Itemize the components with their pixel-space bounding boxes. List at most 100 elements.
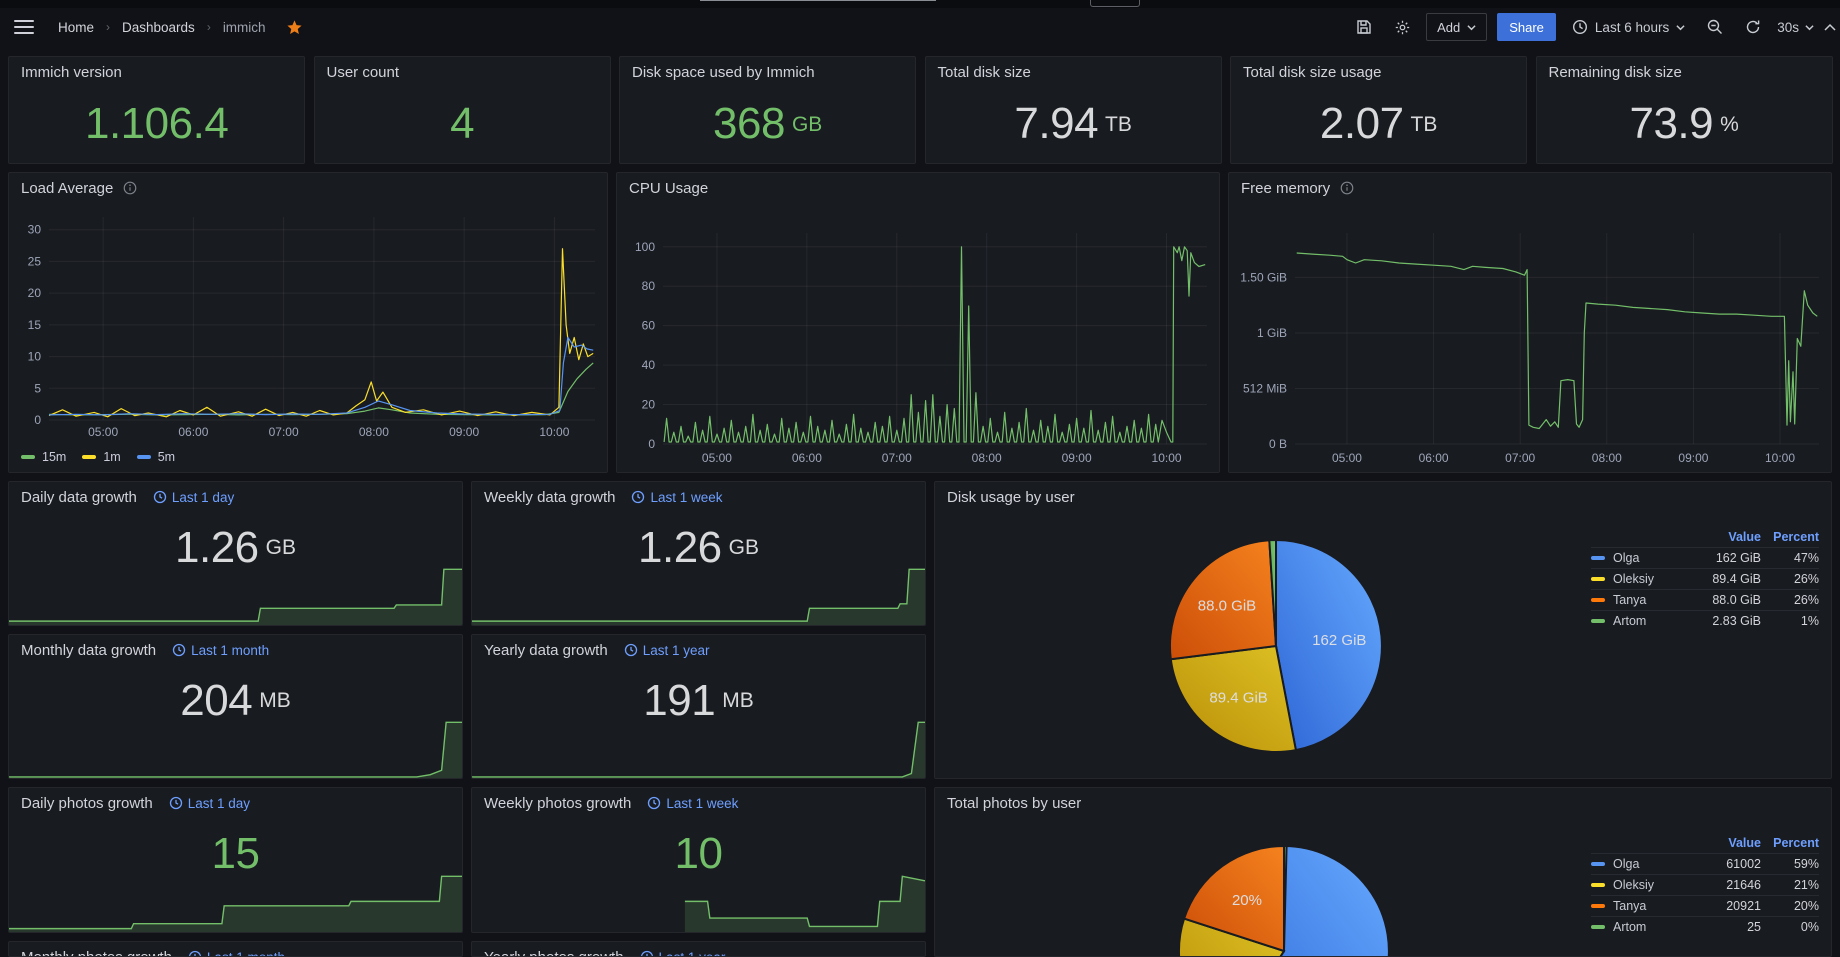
legend-item-1m[interactable]: 1m — [82, 450, 120, 464]
svg-text:25: 25 — [28, 254, 42, 268]
breadcrumb-dashboards[interactable]: Dashboards — [122, 20, 195, 35]
legend-percent: 47% — [1761, 551, 1819, 565]
timeseries-panel-free-memory: Free memory0 B512 MiB1 GiB1.50 GiB05:000… — [1228, 172, 1832, 473]
svg-text:30: 30 — [28, 223, 42, 237]
stat-value: 73.9% — [1537, 91, 1832, 157]
timeseries-panel-load-average: Load Average05101520253005:0006:0007:000… — [8, 172, 608, 473]
svg-text:07:00: 07:00 — [269, 425, 299, 439]
panel-time-range-link[interactable]: Last 1 month — [172, 643, 269, 658]
add-button[interactable]: Add — [1426, 13, 1487, 41]
svg-text:05:00: 05:00 — [88, 425, 118, 439]
panel-title: Weekly data growth — [484, 489, 615, 506]
svg-text:09:00: 09:00 — [449, 425, 479, 439]
svg-text:07:00: 07:00 — [1505, 451, 1535, 465]
legend-value: 20921 — [1689, 899, 1761, 913]
legend-swatch — [1591, 904, 1605, 908]
legend-header-value[interactable]: Value — [1689, 836, 1761, 850]
share-button[interactable]: Share — [1497, 13, 1556, 41]
legend-label: 5m — [158, 450, 175, 464]
legend-series-name: Tanya — [1613, 593, 1689, 607]
panel-header: Weekly data growth Last 1 week — [472, 482, 925, 512]
legend-swatch — [1591, 925, 1605, 929]
stat-value: 1.106.4 — [9, 91, 304, 157]
browser-artifact-strip — [0, 0, 1840, 8]
panel-time-range-link[interactable]: Last 1 day — [153, 490, 234, 505]
stat-panel-user-count: User count4 — [314, 56, 611, 164]
panel-time-range-link[interactable]: Last 1 year — [624, 643, 710, 658]
legend-row-Olga[interactable]: Olga162 GiB47% — [1591, 547, 1819, 568]
legend-row-Artom[interactable]: Artom2.83 GiB1% — [1591, 610, 1819, 631]
legend-item-5m[interactable]: 5m — [137, 450, 175, 464]
stat-panel-immich-version: Immich version 1.106.4 — [8, 56, 305, 164]
load-average-chart: 05101520253005:0006:0007:0008:0009:0010:… — [9, 173, 608, 473]
panel-title: Yearly photos growth — [484, 949, 624, 957]
panel-time-range-link[interactable]: Last 1 week — [631, 490, 722, 505]
svg-text:40: 40 — [642, 358, 656, 372]
legend-header-row: ValuePercent — [1591, 832, 1819, 853]
svg-text:0: 0 — [648, 437, 655, 451]
star-icon[interactable] — [286, 19, 303, 36]
svg-text:05:00: 05:00 — [702, 451, 732, 465]
legend-row-Tanya[interactable]: Tanya88.0 GiB26% — [1591, 589, 1819, 610]
sparkline — [472, 567, 925, 625]
legend-row-Tanya[interactable]: Tanya2092120% — [1591, 895, 1819, 916]
svg-text:09:00: 09:00 — [1062, 451, 1092, 465]
panel-time-range-link[interactable]: Last 1 month — [188, 950, 285, 957]
legend-swatch — [1591, 556, 1605, 560]
legend-series-name: Artom — [1613, 920, 1689, 934]
legend-item-15m[interactable]: 15m — [21, 450, 66, 464]
legend-row-Artom[interactable]: Artom250% — [1591, 916, 1819, 937]
panel-title: Disk space used by Immich — [632, 64, 815, 81]
legend-percent: 21% — [1761, 878, 1819, 892]
clock-icon — [172, 643, 186, 657]
refresh-icon[interactable] — [1739, 13, 1767, 41]
save-icon[interactable] — [1350, 13, 1378, 41]
legend-value: 88.0 GiB — [1689, 593, 1761, 607]
panel-header: Total disk size usage — [1231, 57, 1526, 87]
legend-row-Olga[interactable]: Olga6100259% — [1591, 853, 1819, 874]
panel-title: Immich version — [21, 64, 122, 81]
clock-icon — [624, 643, 638, 657]
free-memory-chart: 0 B512 MiB1 GiB1.50 GiB05:0006:0007:0008… — [1229, 173, 1832, 473]
stat-panel-monthly-data-growth: Monthly data growthLast 1 month204MB — [8, 634, 463, 779]
panel-time-range-link[interactable]: Last 1 week — [647, 796, 738, 811]
legend-row-Oleksiy[interactable]: Oleksiy89.4 GiB26% — [1591, 568, 1819, 589]
zoom-out-icon[interactable] — [1701, 13, 1729, 41]
svg-text:0: 0 — [34, 413, 41, 427]
refresh-interval-picker[interactable]: 30s — [1777, 20, 1814, 35]
gear-icon[interactable] — [1388, 13, 1416, 41]
breadcrumb-home[interactable]: Home — [58, 20, 94, 35]
legend-value: 2.83 GiB — [1689, 614, 1761, 628]
panel-header: Monthly data growthLast 1 month — [9, 635, 462, 665]
legend-header-percent[interactable]: Percent — [1761, 836, 1819, 850]
legend-series-name: Oleksiy — [1613, 572, 1689, 586]
panel-title: Daily data growth — [21, 489, 137, 506]
legend-swatch — [1591, 883, 1605, 887]
legend-header-percent[interactable]: Percent — [1761, 530, 1819, 544]
stat-panel-disk-space-used-by-immich: Disk space used by Immich368GB — [619, 56, 916, 164]
legend-swatch — [1591, 619, 1605, 623]
time-range-picker[interactable]: Last 6 hours — [1566, 19, 1691, 35]
stat-panel-monthly-photos-growth: Monthly photos growthLast 1 month — [8, 941, 463, 957]
stat-panel-daily-photos-growth: Daily photos growthLast 1 day15 — [8, 787, 463, 933]
menu-icon[interactable] — [14, 20, 34, 34]
clock-icon — [647, 796, 661, 810]
legend-swatch — [137, 455, 151, 459]
svg-text:10:00: 10:00 — [1152, 451, 1182, 465]
panel-title: Yearly data growth — [484, 642, 608, 659]
legend-row-Oleksiy[interactable]: Oleksiy2164621% — [1591, 874, 1819, 895]
legend-percent: 20% — [1761, 899, 1819, 913]
panel-time-range-link[interactable]: Last 1 day — [169, 796, 250, 811]
panel-header: Daily photos growthLast 1 day — [9, 788, 462, 818]
breadcrumb-dashboard-title: immich — [223, 20, 266, 35]
stat-panel-remaining-disk-size: Remaining disk size73.9% — [1536, 56, 1833, 164]
legend-swatch — [82, 455, 96, 459]
svg-text:1 GiB: 1 GiB — [1257, 326, 1287, 340]
legend-percent: 26% — [1761, 572, 1819, 586]
svg-text:09:00: 09:00 — [1678, 451, 1708, 465]
svg-text:60: 60 — [642, 319, 656, 333]
legend-header-value[interactable]: Value — [1689, 530, 1761, 544]
caret-up-icon[interactable] — [1824, 13, 1836, 41]
panel-time-range-link[interactable]: Last 1 year — [640, 950, 726, 957]
navbar-actions: Add Share Last 6 hours 30s — [1350, 13, 1826, 41]
